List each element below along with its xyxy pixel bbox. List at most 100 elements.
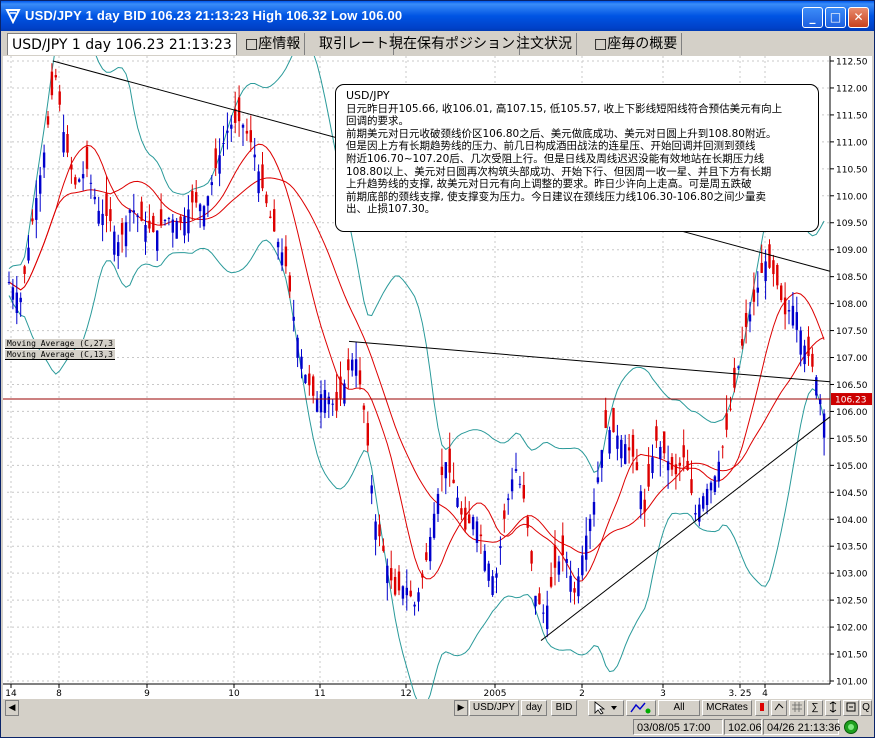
y-tick-label: 103.50 (836, 543, 868, 553)
candle-body (741, 339, 744, 346)
analysis-line: 108.80以上、美元对日圆再次构筑头部成功、开始下行、但因周一收一星、并且下方… (346, 165, 772, 178)
candle-body (600, 450, 603, 468)
symbol-button[interactable]: USD/JPY (469, 700, 519, 716)
x-tick-label: 14 (5, 689, 17, 699)
title-bar[interactable]: USD/JPY 1 day BID 106.23 21:13:23 High 1… (1, 1, 874, 31)
candle-body (269, 216, 272, 218)
scroll-right-button[interactable]: ▶ (454, 700, 468, 716)
mcrates-button[interactable]: MCRates (702, 700, 752, 716)
close-button[interactable]: ✕ (848, 7, 869, 28)
candle-body (261, 164, 264, 189)
status-server-time: 04/26 21:13:36 (763, 719, 840, 735)
tab-account-info[interactable]: □座情報 (241, 33, 306, 55)
candle-body (401, 586, 405, 599)
zoom-all-button[interactable]: All (658, 700, 700, 716)
grid-icon (792, 702, 802, 712)
tab-account-summary[interactable]: □座毎の概要 (590, 33, 683, 55)
minimize-button[interactable]: _ (802, 7, 823, 28)
candle-body (429, 536, 432, 562)
candle-body (210, 182, 213, 186)
analysis-line: 回调的要求。 (346, 115, 409, 128)
indicator-ma-13[interactable]: Moving Average (C,13,3 (5, 350, 115, 360)
candle-body (128, 210, 132, 213)
candle-body (475, 521, 479, 543)
candle-body (265, 194, 268, 204)
tab-orders[interactable]: 注文状況 (512, 33, 577, 55)
zoom-out-button[interactable] (843, 700, 859, 716)
candle-body (655, 426, 658, 441)
candle-body (175, 221, 178, 239)
candle-body (120, 223, 124, 235)
candle-body (93, 196, 96, 200)
candle-body (58, 91, 61, 105)
cursor-tool-button[interactable] (588, 700, 624, 716)
candle-body (483, 550, 486, 571)
scale-button[interactable] (825, 700, 841, 716)
candle-body (717, 461, 720, 482)
candle-body (819, 399, 822, 405)
candle-body (54, 75, 57, 78)
candle-body (39, 175, 42, 194)
y-tick-label: 108.00 (836, 300, 868, 310)
candle-body (822, 413, 826, 438)
query-button[interactable]: Q (860, 700, 872, 716)
candle-body (783, 297, 787, 315)
x-tick-label: 8 (56, 689, 62, 699)
bar-style-button[interactable] (755, 700, 769, 716)
line-style-button[interactable] (771, 700, 787, 716)
sum-button[interactable]: ∑ (807, 700, 823, 716)
candle-body (226, 130, 229, 133)
candle-body (768, 244, 771, 268)
maximize-button[interactable]: □ (825, 7, 846, 28)
candle-body (737, 366, 740, 368)
candle-body (42, 152, 46, 168)
candle-body (354, 359, 358, 376)
grid-button[interactable] (789, 700, 805, 716)
tab-rates[interactable]: 取引レート (315, 33, 394, 55)
candle-body (608, 430, 611, 454)
chart-area[interactable]: 112.50 112.00 111.50 111.00 110.50 110.00 109.… (3, 56, 872, 699)
indicator-ma-27[interactable]: Moving Average (C,27,3 (5, 339, 115, 349)
scroll-left-button[interactable]: ◀ (5, 700, 19, 716)
analysis-line: 上升趋势线的支撑, 故美元对日元有向上调整的要求。昨日少许向上走高。可是周五跌破 (346, 178, 752, 191)
candle-body (362, 405, 366, 410)
candle-body (23, 266, 26, 274)
draw-tool-button[interactable] (626, 700, 656, 716)
candle-body (468, 514, 471, 524)
y-tick-label: 101.00 (836, 678, 868, 688)
y-tick-label: 111.00 (836, 138, 868, 148)
candle-body (702, 496, 705, 509)
period-button[interactable]: day (521, 700, 547, 716)
candle-body (495, 573, 498, 578)
candle-body (417, 592, 420, 602)
candle-body (370, 485, 373, 494)
window-title: USD/JPY 1 day BID 106.23 21:13:23 High 1… (25, 8, 403, 23)
side-button[interactable]: BID (551, 700, 577, 716)
cursor-icon (594, 701, 617, 715)
candle-body (339, 376, 342, 399)
candle-body (588, 518, 592, 532)
candle-body (280, 252, 284, 266)
candle-body (616, 435, 619, 449)
candle-body (312, 376, 315, 396)
tab-positions[interactable]: 現在保有ポジション (385, 33, 520, 55)
candle-body (11, 287, 15, 300)
bar-style-icon (760, 703, 764, 711)
candle-body (721, 446, 724, 448)
x-tick-label: 3. 25 (729, 689, 752, 699)
candle-body (156, 230, 159, 251)
candle-body (31, 218, 34, 222)
analysis-line: 但是因上方有长期趋势线的压力、前几日构成酒田战法的连星压、开始回调并回测到颈线 (346, 140, 756, 153)
candle-body (187, 209, 190, 234)
y-tick-label: 101.50 (836, 651, 868, 661)
candle-body (113, 231, 116, 255)
candle-body (651, 457, 654, 474)
candle-body (140, 201, 143, 221)
candle-body (249, 130, 252, 143)
candle-body (144, 224, 147, 242)
status-bar: 03/08/05 17:00 102.06 04/26 21:13:36 (3, 718, 872, 737)
y-tick-label: 105.50 (836, 435, 868, 445)
candle-body (35, 198, 38, 220)
tab-chart[interactable]: USD/JPY 1 day 106.23 21:13:23 (7, 33, 237, 55)
candle-body (776, 265, 779, 286)
